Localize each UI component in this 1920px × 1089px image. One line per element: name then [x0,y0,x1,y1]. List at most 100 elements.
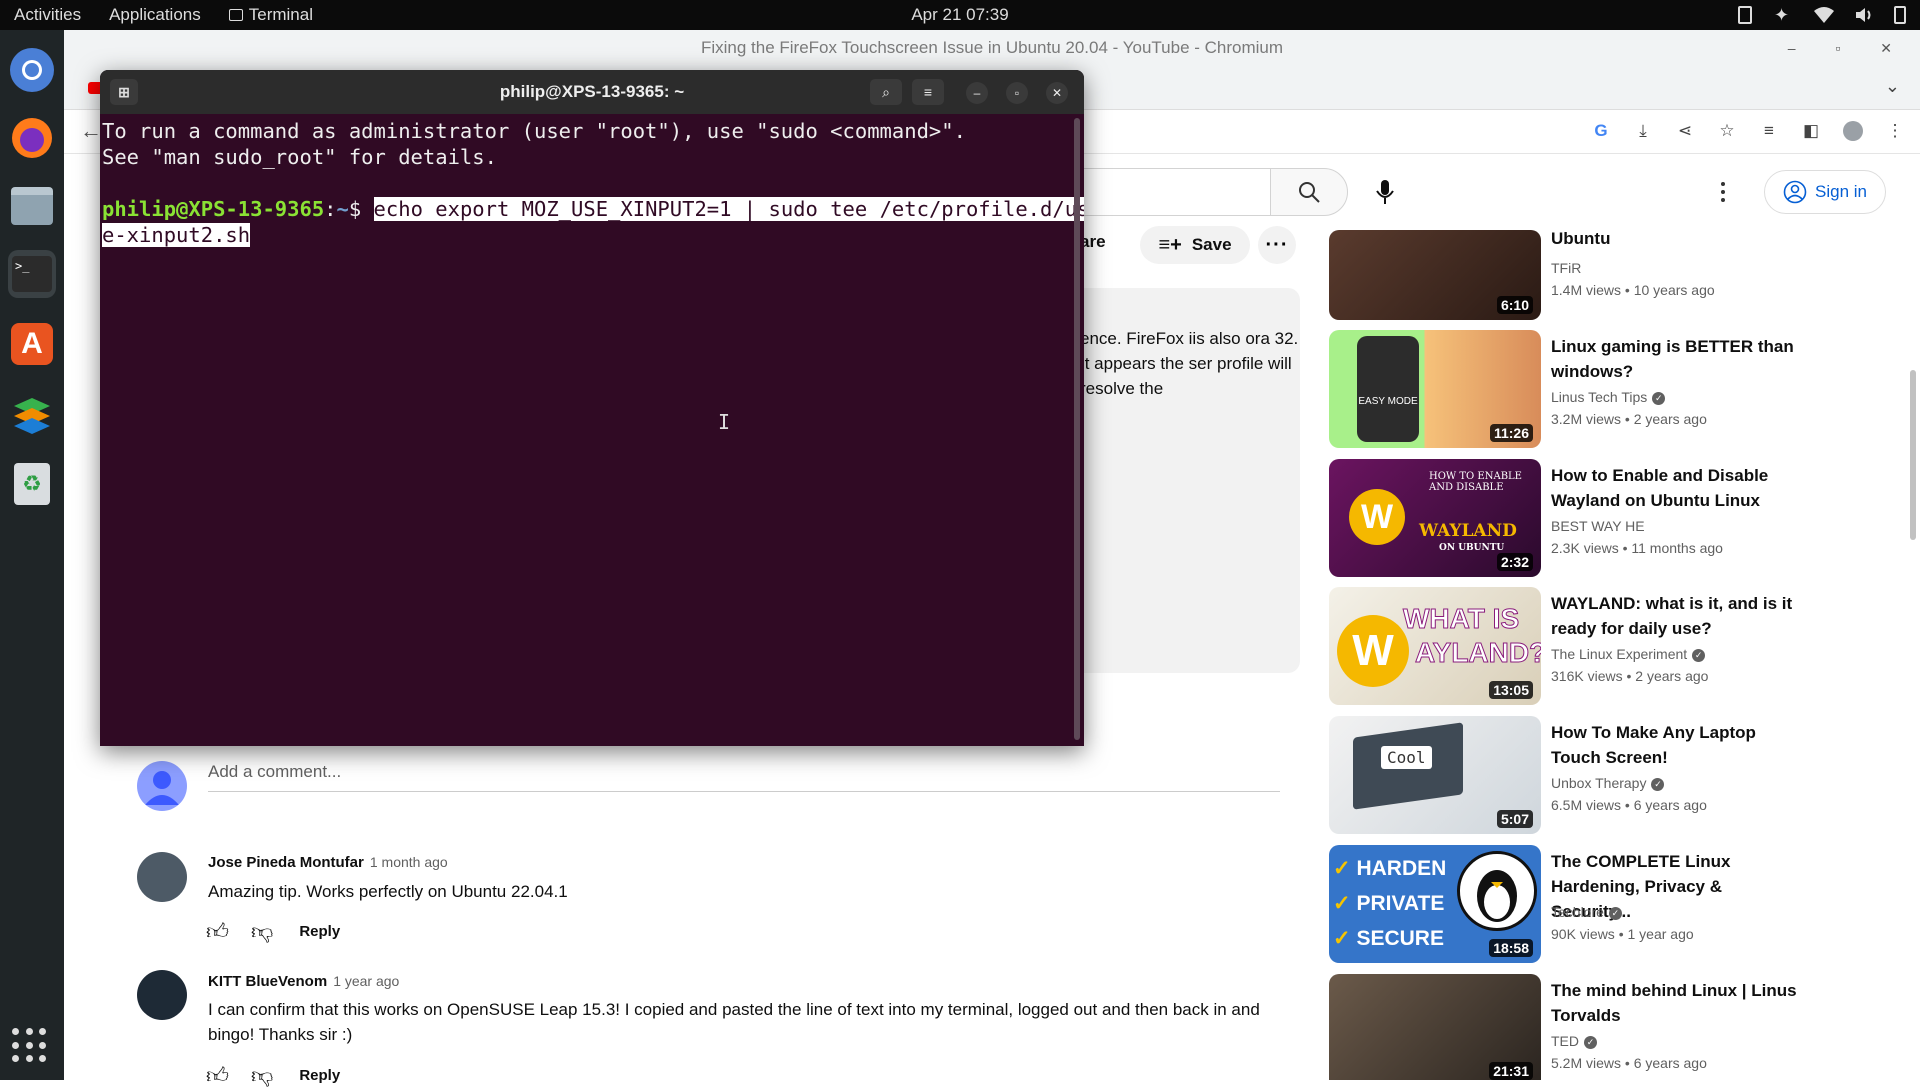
recommended-video[interactable]: W WHAT IS AYLAND? 13:05 WAYLAND: what is… [1329,587,1792,705]
video-thumbnail[interactable]: 6:10 [1329,230,1541,320]
commenter-avatar[interactable] [137,970,187,1020]
video-title[interactable]: WAYLAND: what is it, and is it ready for… [1551,591,1801,641]
terminal-launcher[interactable]: >_ [8,250,56,298]
menu-kebab-icon[interactable]: ⋮ [1884,120,1906,142]
tab-search-chevron-icon[interactable]: ⌄ [1885,76,1900,97]
thumbs-down-icon[interactable]: 👎︎ [251,1062,273,1089]
profile-icon[interactable] [1842,120,1864,142]
video-title[interactable]: Linux gaming is BETTER than windows? [1551,334,1801,384]
terminal-output[interactable]: To run a command as administrator (user … [102,118,1084,248]
page-scrollbar[interactable] [1910,370,1916,540]
video-thumbnail[interactable]: EASY MODE 11:26 [1329,330,1541,448]
ubuntu-dock: >_ A ♻ [0,30,64,1080]
comment-author[interactable]: KITT BlueVenom 1 year ago [208,973,399,990]
clock[interactable]: Apr 21 07:39 [911,5,1008,25]
thumb-caption: HOW TO ENABLE AND DISABLE [1429,471,1522,493]
video-channel[interactable]: Unbox Therapy ✓ [1551,775,1665,791]
new-tab-icon[interactable]: ⊞ [110,79,138,105]
video-thumbnail[interactable]: W HOW TO ENABLE AND DISABLE WAYLAND ON U… [1329,459,1541,577]
video-duration: 2:32 [1496,553,1533,571]
video-channel[interactable]: Techlore ✓ [1551,904,1622,920]
terminal-scrollbar[interactable] [1074,118,1080,740]
terminal-header-bar[interactable]: ⊞ philip@XPS-13-9365: ~ ⌕ ≡ – ▫ ✕ [100,70,1084,114]
sign-in-button[interactable]: Sign in [1764,170,1886,214]
close-icon[interactable]: ✕ [1046,82,1068,104]
comment-time[interactable]: 1 year ago [333,973,399,989]
trash-launcher[interactable]: ♻ [8,460,56,508]
thumbs-down-icon[interactable]: 👎︎ [251,918,273,945]
video-channel[interactable]: Linus Tech Tips ✓ [1551,389,1666,405]
add-comment-input[interactable]: Add a comment... [208,762,341,782]
comment-actions: 👍︎ 👎︎ Reply [206,1062,340,1089]
terminal-app-menu[interactable]: Terminal [215,5,327,25]
verified-check-icon: ✓ [1692,648,1706,662]
video-thumbnail[interactable]: Cool 5:07 [1329,716,1541,834]
video-channel[interactable]: The Linux Experiment ✓ [1551,646,1706,662]
software-launcher[interactable]: A [8,320,56,368]
commenter-avatar[interactable] [137,852,187,902]
terminal-search-icon[interactable]: ⌕ [870,79,902,105]
more-actions-button[interactable]: ··· [1258,226,1296,264]
stack-app-launcher[interactable] [8,390,56,438]
side-panel-icon[interactable]: ◧ [1800,120,1822,142]
video-channel[interactable]: TED ✓ [1551,1033,1597,1049]
video-title[interactable]: How To Make Any Laptop Touch Screen! [1551,720,1801,770]
video-title[interactable]: How to Enable and Disable Wayland on Ubu… [1551,463,1801,513]
video-thumbnail[interactable]: 21:31 [1329,974,1541,1080]
clipboard-icon[interactable] [1738,6,1752,24]
wifi-icon[interactable] [1814,6,1834,24]
save-button[interactable]: ≡+ Save [1140,226,1250,264]
minimize-icon[interactable]: – [966,82,988,104]
video-thumbnail[interactable]: ✓ HARDEN ✓ PRIVATE ✓ SECURE 18:58 [1329,845,1541,963]
tux-icon [1457,851,1537,931]
share-icon[interactable]: ⋖ [1674,120,1696,142]
video-title[interactable]: Ubuntu [1551,226,1801,251]
firefox-launcher[interactable] [8,114,56,162]
selected-command-text[interactable]: echo export MOZ_USE_XINPUT2=1 | sudo tee… [373,197,1084,221]
google-icon[interactable]: G [1590,120,1612,142]
files-launcher[interactable] [8,182,56,230]
sign-in-label: Sign in [1815,182,1867,201]
applications-menu[interactable]: Applications [95,5,215,25]
comment-input-underline [208,791,1280,792]
maximize-icon[interactable]: ▫ [1006,82,1028,104]
thumbs-up-icon[interactable]: 👍︎ [206,1062,229,1089]
activities-button[interactable]: Activities [0,5,95,25]
show-apps-grid-icon[interactable] [12,1028,48,1064]
terminal-menu-icon[interactable]: ≡ [912,79,944,105]
bookmark-star-icon[interactable]: ☆ [1716,120,1738,142]
video-channel[interactable]: TFiR [1551,260,1581,276]
thumbs-up-icon[interactable]: 👍︎ [206,918,229,945]
wayland-logo: W [1349,489,1405,545]
terminal-line: To run a command as administrator (user … [102,119,966,143]
install-icon[interactable]: ⤓ [1632,120,1654,142]
chromium-launcher[interactable] [8,46,56,94]
recommended-video[interactable]: ✓ HARDEN ✓ PRIVATE ✓ SECURE 18:58 The CO… [1329,845,1779,963]
recommended-video[interactable]: W HOW TO ENABLE AND DISABLE WAYLAND ON U… [1329,459,1779,577]
accessibility-icon[interactable]: ✦ [1774,6,1792,24]
video-duration: 18:58 [1489,939,1533,957]
reply-button[interactable]: Reply [299,923,340,940]
video-thumbnail[interactable]: W WHAT IS AYLAND? 13:05 [1329,587,1541,705]
battery-icon[interactable] [1894,6,1906,24]
video-channel[interactable]: BEST WAY HE [1551,518,1645,534]
recommended-video[interactable]: EASY MODE 11:26 Linux gaming is BETTER t… [1329,330,1794,448]
reply-button[interactable]: Reply [299,1067,340,1084]
comment-time[interactable]: 1 month ago [370,854,448,870]
back-arrow-icon[interactable]: ← [80,118,102,144]
verified-check-icon: ✓ [1652,391,1666,405]
recommended-video[interactable]: 21:31 The mind behind Linux | Linus Torv… [1329,974,1797,1080]
recommended-video[interactable]: Cool 5:07 How To Make Any Laptop Touch S… [1329,716,1779,834]
window-controls[interactable]: – ▫ ✕ [1788,30,1910,66]
prompt-dollar: $ [348,197,374,221]
window-title-bar[interactable]: Fixing the FireFox Touchscreen Issue in … [64,30,1920,66]
gnome-top-bar: Activities Applications Terminal Apr 21 … [0,0,1920,30]
recommended-video[interactable]: 6:10 Ubuntu TFiR 1.4M views • 10 years a… [1329,202,1779,320]
terminal-small-icon [228,9,243,21]
comment-author[interactable]: Jose Pineda Montufar 1 month ago [208,854,448,871]
thumb-caption: WHAT IS [1402,603,1520,635]
selected-command-text[interactable]: e-xinput2.sh [102,223,251,247]
reading-list-icon[interactable]: ≡ [1758,120,1780,142]
volume-icon[interactable] [1854,6,1872,24]
video-title[interactable]: The mind behind Linux | Linus Torvalds [1551,978,1801,1028]
